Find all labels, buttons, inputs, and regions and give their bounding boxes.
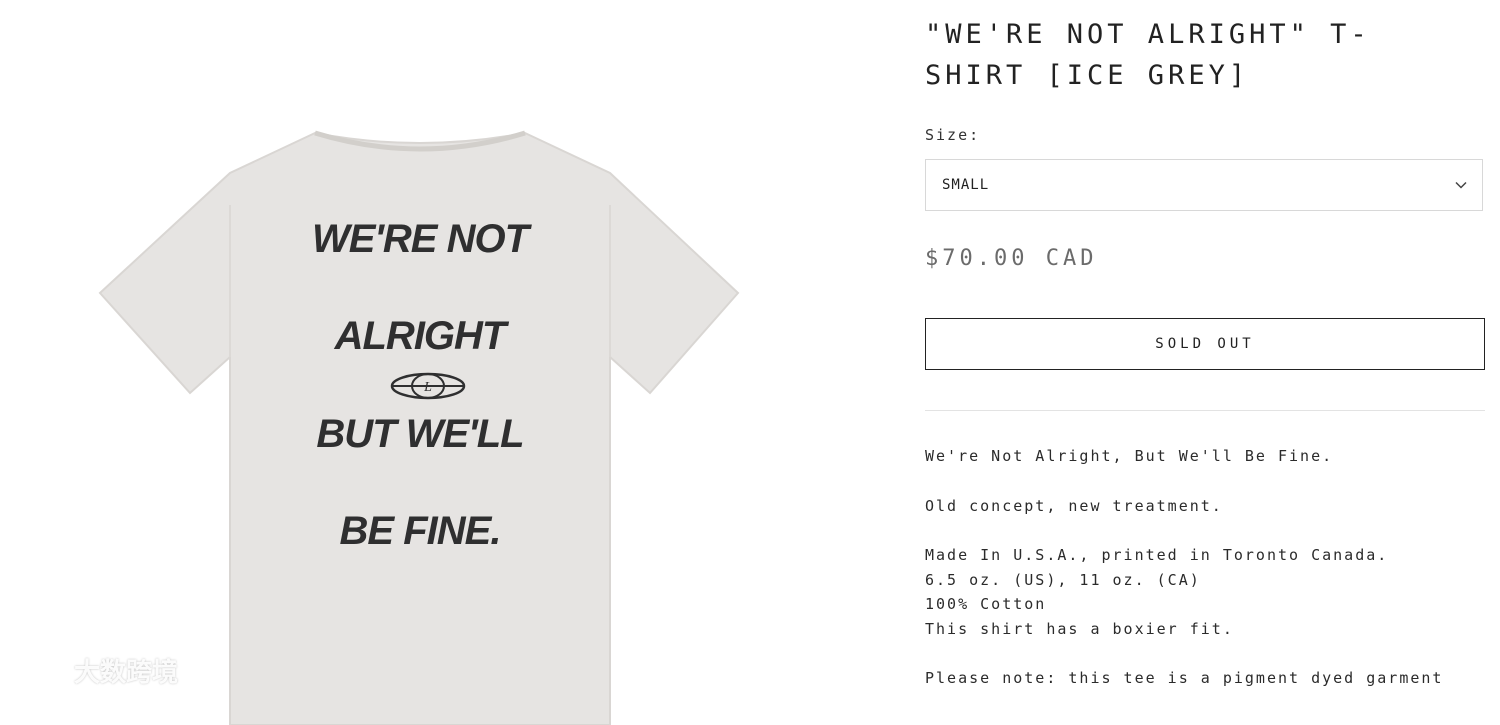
size-select-value: SMALL xyxy=(942,177,990,193)
description-tagline: We're Not Alright, But We'll Be Fine. xyxy=(925,447,1334,465)
description-detail-made-in: Made In U.S.A., printed in Toronto Canad… xyxy=(925,546,1389,564)
product-price: $70.00 CAD xyxy=(925,246,1098,271)
print-line-3: BUT WE'LL xyxy=(316,412,524,456)
product-image[interactable]: WE'RE NOT ALRIGHT L BUT WE'LL BE FINE. 大… xyxy=(0,0,880,725)
print-line-2: ALRIGHT xyxy=(334,314,507,358)
watermark: 大数跨境 xyxy=(10,652,178,689)
size-select[interactable]: SMALL xyxy=(925,159,1483,211)
description-note: Please note: this tee is a pigment dyed … xyxy=(925,669,1444,687)
print-line-4: BE FINE. xyxy=(339,509,502,553)
product-description: We're Not Alright, But We'll Be Fine. Ol… xyxy=(925,444,1485,691)
print-line-1: WE'RE NOT xyxy=(311,217,529,261)
description-concept: Old concept, new treatment. xyxy=(925,496,1223,515)
description-detail-weight: 6.5 oz. (US), 11 oz. (CA) xyxy=(925,570,1201,589)
divider xyxy=(925,410,1485,411)
globe-logo-icon: L xyxy=(390,372,466,400)
watermark-text: 大数跨境 xyxy=(74,658,179,688)
sold-out-button[interactable]: SOLD OUT xyxy=(925,318,1485,370)
description-detail-fit: This shirt has a boxier fit. xyxy=(925,619,1234,638)
size-label: Size: xyxy=(925,126,981,144)
tshirt-graphic: WE'RE NOT ALRIGHT L BUT WE'LL BE FINE. xyxy=(90,125,750,725)
description-detail-material: 100% Cotton xyxy=(925,595,1047,613)
product-title: "WE'RE NOT ALRIGHT" T-SHIRT [ICE GREY] xyxy=(925,19,1371,91)
svg-text:L: L xyxy=(423,380,432,395)
watermark-logo-icon xyxy=(12,656,61,684)
chevron-down-icon xyxy=(1455,181,1467,189)
